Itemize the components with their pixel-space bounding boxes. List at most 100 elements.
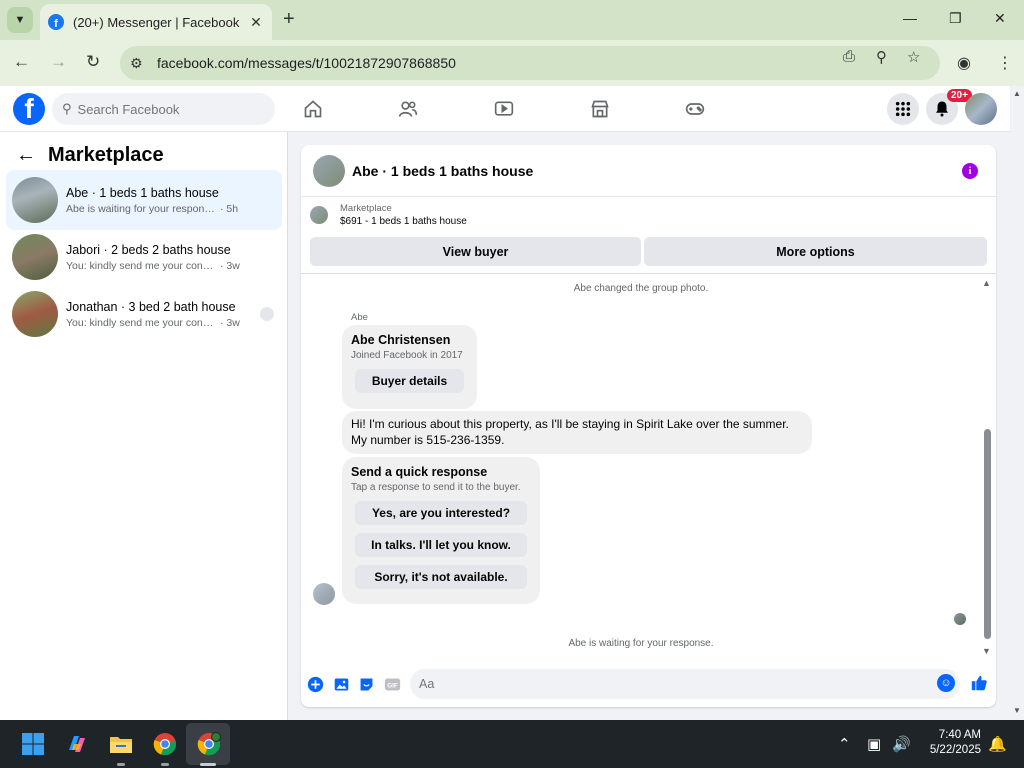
maximize-button[interactable]: ❐ <box>949 10 962 27</box>
video-icon[interactable] <box>492 97 516 121</box>
address-bar[interactable]: ⚙ facebook.com/messages/t/10021872907868… <box>120 46 940 80</box>
facebook-search[interactable]: ⚲ <box>52 93 275 125</box>
chat-header: Abe · 1 beds 1 baths house i <box>301 145 996 197</box>
volume-icon[interactable]: 🔊 <box>892 735 911 753</box>
conversation-item[interactable]: Jabori · 2 beds 2 baths house You: kindl… <box>6 227 282 287</box>
forward-button[interactable]: → <box>50 52 67 72</box>
gif-icon[interactable]: GIF <box>383 675 401 693</box>
emoji-icon[interactable]: ☺ <box>937 674 955 692</box>
copilot-icon[interactable] <box>63 730 91 758</box>
taskbar-clock[interactable]: 7:40 AM 5/22/2025 <box>917 728 981 758</box>
listing-title[interactable]: $691 - 1 beds 1 baths house <box>340 216 467 227</box>
thumbs-up-icon[interactable] <box>970 674 988 692</box>
chat-title[interactable]: Abe · 1 beds 1 baths house <box>352 163 533 179</box>
search-input[interactable] <box>77 101 258 117</box>
menu-kebab-icon[interactable]: ⋮ <box>997 53 1013 73</box>
chat-scrollbar-thumb[interactable] <box>984 429 991 639</box>
page-scroll-up-icon[interactable]: ▲ <box>1013 89 1021 98</box>
chat-avatar[interactable] <box>313 154 345 187</box>
account-avatar[interactable] <box>965 93 997 125</box>
more-options-button[interactable]: More options <box>644 237 987 266</box>
conversation-time: · 3w <box>220 259 240 272</box>
windows-start-icon[interactable] <box>19 730 47 758</box>
scroll-up-arrow-icon[interactable]: ▲ <box>982 278 991 288</box>
back-button[interactable]: ← <box>13 52 30 72</box>
quick-response-button[interactable]: In talks. I'll let you know. <box>355 533 527 557</box>
conversation-name: Jabori · 2 beds 2 baths house <box>66 242 231 257</box>
close-window-button[interactable]: ✕ <box>994 10 1006 27</box>
message-line: Hi! I'm curious about this property, as … <box>351 417 789 431</box>
home-icon[interactable] <box>301 97 325 121</box>
close-tab-icon[interactable]: ✕ <box>248 14 264 31</box>
network-icon[interactable]: ▣ <box>867 735 881 753</box>
buyer-joined: Joined Facebook in 2017 <box>351 350 463 361</box>
conversation-item[interactable]: Jonathan · 3 bed 2 bath house You: kindl… <box>6 284 282 344</box>
file-explorer-icon[interactable] <box>107 730 135 758</box>
back-arrow-icon[interactable]: ← <box>16 144 36 167</box>
menu-grid-icon[interactable] <box>887 93 919 125</box>
profile-icon[interactable]: ◉ <box>957 53 971 73</box>
chrome-icon[interactable] <box>151 730 179 758</box>
browser-toolbar: ← → ↻ ⚙ facebook.com/messages/t/10021872… <box>0 40 1024 86</box>
message-input[interactable] <box>410 669 960 699</box>
install-app-icon[interactable]: ⎙ <box>843 48 855 65</box>
quick-response-button[interactable]: Yes, are you interested? <box>355 501 527 525</box>
chevron-up-icon[interactable]: ⌃ <box>838 735 851 753</box>
new-tab-button[interactable]: + <box>283 9 295 29</box>
marketplace-icon[interactable] <box>588 97 612 121</box>
page-scrollbar[interactable]: ▲ ▼ <box>1010 86 1024 720</box>
divider <box>301 273 996 274</box>
view-buyer-button[interactable]: View buyer <box>310 237 641 266</box>
system-message: Abe changed the group photo. <box>573 283 709 294</box>
taskbar-indicator-active <box>200 763 216 766</box>
facebook-logo-icon[interactable]: f <box>13 93 45 125</box>
reload-button[interactable]: ↻ <box>86 52 100 72</box>
svg-text:GIF: GIF <box>387 682 398 689</box>
conversation-snippet: You: kindly send me your contact n... <box>66 316 216 329</box>
chrome-profile-icon[interactable] <box>195 730 223 758</box>
page-scroll-down-icon[interactable]: ▼ <box>1013 706 1021 715</box>
info-icon[interactable]: i <box>962 163 978 179</box>
quick-response-title: Send a quick response <box>351 465 488 479</box>
chevron-down-icon: ▼ <box>14 14 26 26</box>
marketplace-label: Marketplace <box>340 203 392 214</box>
sticker-icon[interactable] <box>357 675 375 693</box>
minimize-button[interactable]: — <box>903 10 917 26</box>
clock-time: 7:40 AM <box>938 729 981 741</box>
facebook-favicon-icon: f <box>48 14 64 30</box>
taskbar-indicator <box>161 763 169 766</box>
windows-taskbar: ⌃ ▣ 🔊 7:40 AM 5/22/2025 🔔 <box>0 720 1024 768</box>
url-text[interactable]: facebook.com/messages/t/1002187290786885… <box>157 55 940 71</box>
buyer-details-button[interactable]: Buyer details <box>355 369 464 393</box>
inbox-header: ← Marketplace <box>16 144 164 167</box>
listing-avatar <box>310 206 328 224</box>
browser-tab[interactable]: f (20+) Messenger | Facebook ✕ <box>40 4 272 40</box>
chat-panel: Abe · 1 beds 1 baths house i Marketplace… <box>301 145 996 707</box>
conversation-snippet: Abe is waiting for your response. <box>66 202 216 215</box>
gaming-icon[interactable] <box>683 97 707 121</box>
message-composer: GIF ☺ <box>301 665 996 707</box>
scroll-down-arrow-icon[interactable]: ▼ <box>982 646 991 656</box>
quick-response-subtitle: Tap a response to send it to the buyer. <box>351 482 521 493</box>
sender-avatar <box>313 583 335 605</box>
read-receipt-avatar <box>260 307 274 321</box>
quick-response-button[interactable]: Sorry, it's not available. <box>355 565 527 589</box>
friends-icon[interactable] <box>396 97 420 121</box>
plus-circle-icon[interactable] <box>306 675 324 693</box>
listing-thumbnail <box>12 234 58 280</box>
clock-date: 5/22/2025 <box>929 744 981 756</box>
quick-response-card: Send a quick response Tap a response to … <box>342 457 540 604</box>
message-line: My number is 515-236-1359. <box>351 432 505 447</box>
sender-name: Abe <box>351 312 368 323</box>
notification-center-bell-icon[interactable]: 🔔 <box>988 735 1007 753</box>
conversation-item[interactable]: Abe · 1 beds 1 baths house Abe is waitin… <box>6 170 282 230</box>
seen-avatar <box>954 613 966 625</box>
photo-icon[interactable] <box>332 675 350 693</box>
facebook-header: f ⚲ 20+ <box>0 86 1010 132</box>
zoom-icon[interactable]: ⚲ <box>876 48 887 66</box>
bookmark-star-icon[interactable]: ☆ <box>907 48 920 66</box>
buyer-card: Abe Christensen Joined Facebook in 2017 … <box>342 325 477 409</box>
site-info-icon[interactable]: ⚙ <box>130 55 150 72</box>
tab-title: (20+) Messenger | Facebook <box>73 14 240 30</box>
tab-search-button[interactable]: ▼ <box>7 7 33 33</box>
